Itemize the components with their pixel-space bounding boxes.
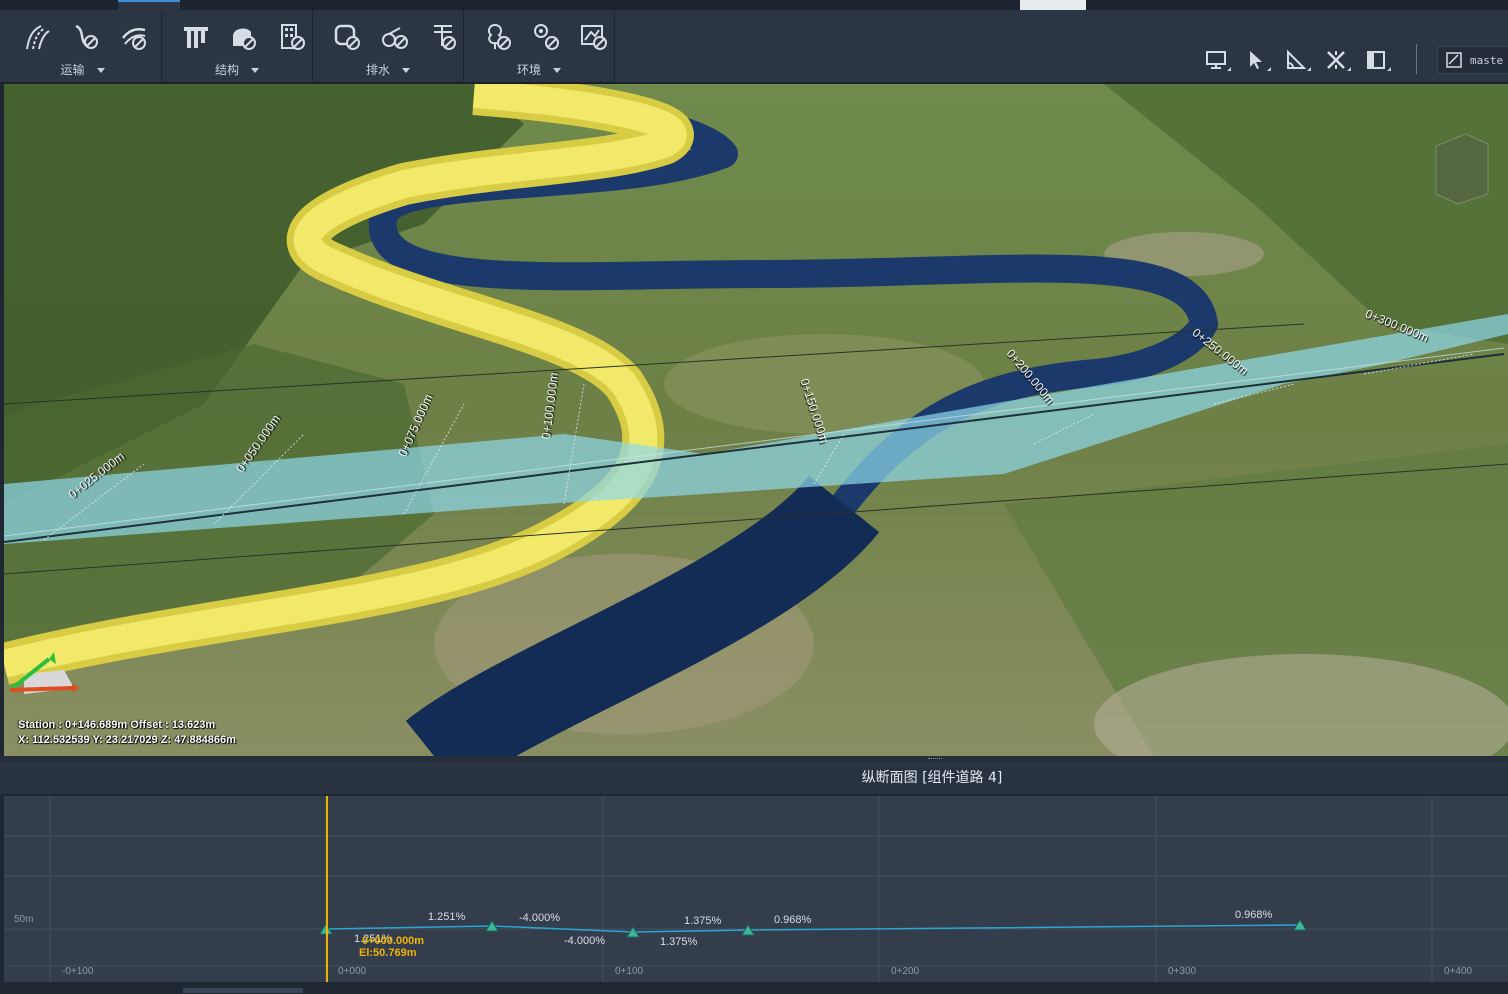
chevron-down-icon <box>251 68 259 73</box>
cursor-elevation-label: El:50.769m <box>359 947 417 959</box>
station-tick: -0+100 <box>62 966 94 977</box>
master-label: maste <box>1470 53 1504 67</box>
image-icon <box>1446 52 1462 68</box>
terrain-scene <box>4 84 1508 756</box>
view-cube[interactable] <box>1435 133 1489 205</box>
tab-strip <box>0 0 1508 13</box>
tab-home[interactable] <box>70 0 116 10</box>
station-tick: 0+100 <box>615 966 644 977</box>
chevron-down-icon <box>96 68 105 73</box>
station-tick: 0+000 <box>338 966 367 977</box>
ribbon-group-drainage-label[interactable]: 排水 <box>313 61 463 78</box>
chevron-down-icon <box>402 68 410 73</box>
drainage-inlet-icon[interactable] <box>425 22 461 52</box>
building-icon[interactable] <box>274 22 310 52</box>
profile-chart <box>4 796 1508 982</box>
profile-title-bar: 纵断面图 [组件道路 4] <box>0 762 1508 794</box>
ribbon-group-structure: 结构 <box>162 10 313 82</box>
grade-label: 1.375% <box>684 915 722 927</box>
road-alignment-icon[interactable] <box>20 22 56 52</box>
ribbon-group-drainage: 排水 <box>313 10 464 82</box>
drainage-node-icon[interactable] <box>329 22 365 52</box>
3d-viewport[interactable]: 0+025.000m 0+050.000m 0+075.000m 0+100.0… <box>4 84 1508 756</box>
road-tool-icon[interactable] <box>116 22 152 52</box>
station-tick: 0+200 <box>891 966 920 977</box>
bridge-icon[interactable] <box>178 22 214 52</box>
toolbar-separator <box>1416 44 1417 74</box>
profile-title: 纵断面图 [组件道路 4] <box>861 770 1003 786</box>
grade-label: 0.968% <box>774 914 812 926</box>
master-selector[interactable]: maste <box>1437 46 1508 74</box>
monitor-icon[interactable] <box>1200 48 1232 72</box>
grade-label: -4.000% <box>564 935 605 947</box>
coordinate-readout: X: 112.532539 Y: 23.217029 Z: 47.884866m <box>18 734 236 746</box>
ribbon-group-transport: 运输 <box>4 10 162 82</box>
grade-label: 0.968% <box>1235 909 1273 921</box>
profile-view[interactable]: 50m -0+100 0+000 0+100 0+200 0+300 0+400… <box>4 796 1508 982</box>
station-readout: Station : 0+146.689m Offset : 13.623m <box>18 719 216 731</box>
tab-view[interactable] <box>252 0 322 10</box>
transform-icon[interactable] <box>1320 48 1352 72</box>
select-pointer-icon[interactable] <box>1240 48 1272 72</box>
elevation-axis-label: 50m <box>14 914 34 925</box>
tab-design[interactable] <box>118 0 180 10</box>
ribbon-group-structure-label[interactable]: 结构 <box>162 61 312 78</box>
panel-toggle-icon[interactable] <box>1360 48 1392 72</box>
splitter-grip-icon[interactable] <box>928 758 942 761</box>
environment-map-icon[interactable] <box>576 22 612 52</box>
grade-label: 1.375% <box>660 936 698 948</box>
ribbon-group-transport-label[interactable]: 运输 <box>4 61 161 78</box>
station-tick: 0+300 <box>1168 966 1197 977</box>
tab-analysis[interactable] <box>186 0 248 10</box>
ribbon-group-environment: 环境 <box>464 10 615 82</box>
chevron-down-icon <box>553 68 561 73</box>
grade-label: -4.000% <box>519 912 560 924</box>
station-tick: 0+400 <box>1444 966 1473 977</box>
environment-terrain-icon[interactable] <box>528 22 564 52</box>
measure-angle-icon[interactable] <box>1280 48 1312 72</box>
road-curve-icon[interactable] <box>68 22 104 52</box>
tunnel-icon[interactable] <box>226 22 262 52</box>
cursor-station-label: 0+000.000m <box>362 935 425 947</box>
environment-tree-icon[interactable] <box>480 22 516 52</box>
grade-label: 1.251% <box>428 911 466 923</box>
ribbon-toolbar: 运输 结构 排水 环境 maste <box>0 10 1508 84</box>
bottom-scrollbar <box>0 982 1508 994</box>
drainage-pipe-icon[interactable] <box>377 22 413 52</box>
ribbon-group-environment-label[interactable]: 环境 <box>464 61 614 78</box>
scrollbar-thumb[interactable] <box>183 988 303 993</box>
